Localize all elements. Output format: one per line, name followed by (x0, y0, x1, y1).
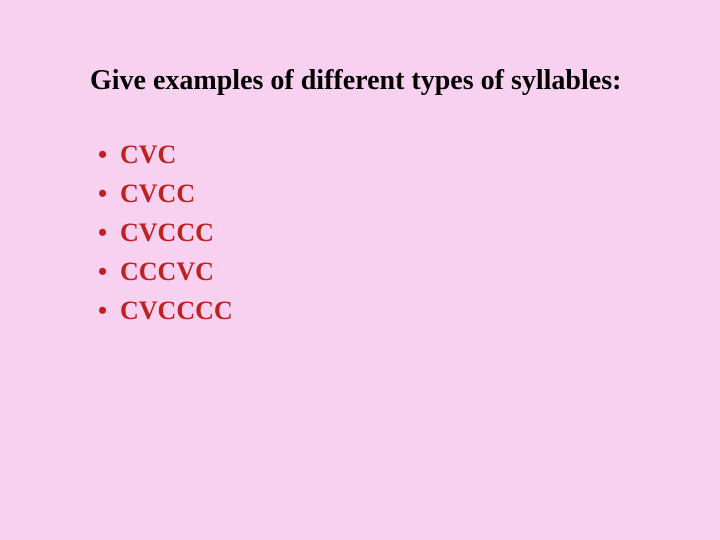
syllable-list: CVC CVCC CVCCC CCCVC CVCCCC (80, 135, 640, 330)
list-item: CCCVC (98, 252, 640, 291)
list-item: CVCC (98, 174, 640, 213)
list-item: CVC (98, 135, 640, 174)
list-item: CVCCC (98, 213, 640, 252)
slide-title: Give examples of different types of syll… (80, 65, 640, 97)
list-item: CVCCCC (98, 291, 640, 330)
